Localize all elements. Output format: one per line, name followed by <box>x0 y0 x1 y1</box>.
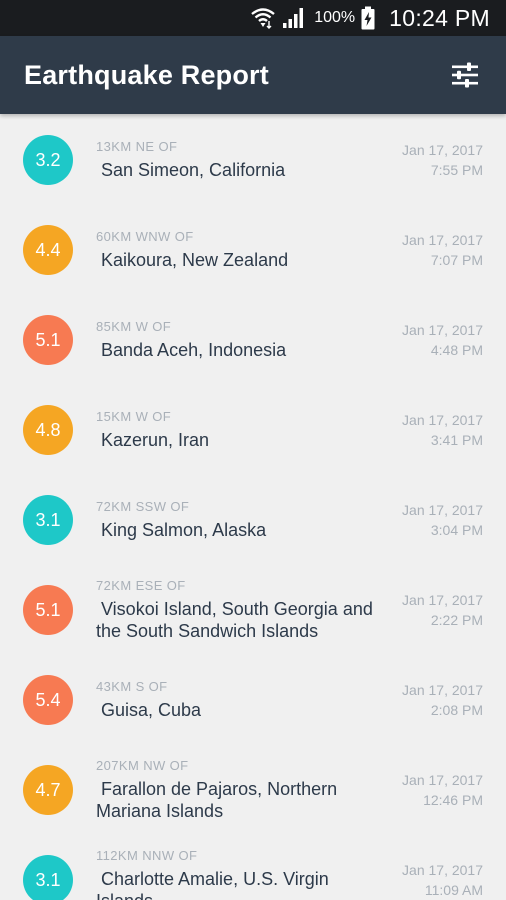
location-offset: 60KM WNW OF <box>96 229 194 244</box>
magnitude-badge: 3.1 <box>23 495 73 545</box>
location-name: King Salmon, Alaska <box>101 520 267 540</box>
magnitude-badge: 4.4 <box>23 225 73 275</box>
magnitude-badge: 5.4 <box>23 675 73 725</box>
location-name: Banda Aceh, Indonesia <box>101 340 287 360</box>
quake-time: 7:07 PM <box>430 252 483 268</box>
magnitude-badge: 4.8 <box>23 405 73 455</box>
quake-date: Jan 17, 2017 <box>402 862 483 878</box>
earthquake-list-item[interactable]: 3.2 13KM NE OF San Simeon, California Ja… <box>0 114 506 204</box>
earthquake-list-item[interactable]: 3.1 112KM NNW OF Charlotte Amalie, U.S. … <box>0 834 506 900</box>
magnitude-badge: 4.7 <box>23 765 73 815</box>
location-name: Farallon de Pajaros, Northern Mariana Is… <box>96 779 338 821</box>
location-name: Visokoi Island, South Georgia and the So… <box>96 599 373 641</box>
clock: 10:24 PM <box>389 4 490 31</box>
status-bar: 100% 10:24 PM <box>0 0 506 36</box>
location-name: Kaikoura, New Zealand <box>101 250 289 270</box>
earthquake-list-item[interactable]: 4.7 207KM NW OF Farallon de Pajaros, Nor… <box>0 744 506 834</box>
quake-date: Jan 17, 2017 <box>402 322 483 338</box>
quake-time: 3:04 PM <box>430 522 483 538</box>
location-offset: 72KM SSW OF <box>96 499 190 514</box>
magnitude-badge: 5.1 <box>23 585 73 635</box>
location-name: Charlotte Amalie, U.S. Virgin Islands <box>96 869 329 900</box>
location-name: San Simeon, California <box>101 160 286 180</box>
earthquake-list[interactable]: 3.2 13KM NE OF San Simeon, California Ja… <box>0 114 506 900</box>
signal-icon <box>282 7 306 29</box>
location-offset: 207KM NW OF <box>96 758 189 773</box>
location-offset: 112KM NNW OF <box>96 848 198 863</box>
battery-percent: 100% <box>314 9 356 26</box>
quake-date: Jan 17, 2017 <box>402 772 483 788</box>
earthquake-list-item[interactable]: 5.1 72KM ESE OF Visokoi Island, South Ge… <box>0 564 506 654</box>
app-title: Earthquake Report <box>24 59 269 90</box>
quake-time: 12:46 PM <box>423 792 483 808</box>
quake-time: 11:09 AM <box>424 882 483 898</box>
quake-date: Jan 17, 2017 <box>402 412 483 428</box>
earthquake-list-item[interactable]: 4.4 60KM WNW OF Kaikoura, New Zealand Ja… <box>0 204 506 294</box>
location-offset: 43KM S OF <box>96 679 168 694</box>
location-offset: 15KM W OF <box>96 409 172 424</box>
location-offset: 72KM ESE OF <box>96 578 186 593</box>
earthquake-list-item[interactable]: 3.1 72KM SSW OF King Salmon, Alaska Jan … <box>0 474 506 564</box>
quake-time: 4:48 PM <box>430 342 483 358</box>
magnitude-badge: 3.2 <box>23 135 73 185</box>
earthquake-list-item[interactable]: 5.1 85KM W OF Banda Aceh, Indonesia Jan … <box>0 294 506 384</box>
location-name: Guisa, Cuba <box>101 700 202 720</box>
earthquake-list-item[interactable]: 4.8 15KM W OF Kazerun, Iran Jan 17, 2017… <box>0 384 506 474</box>
quake-date: Jan 17, 2017 <box>402 502 483 518</box>
quake-time: 2:08 PM <box>430 702 483 718</box>
quake-time: 2:22 PM <box>430 612 483 628</box>
earthquake-list-item[interactable]: 5.4 43KM S OF Guisa, Cuba Jan 17, 2017 2… <box>0 654 506 744</box>
location-name: Kazerun, Iran <box>101 430 210 450</box>
battery-charging-icon <box>361 6 375 30</box>
settings-sliders-icon <box>451 62 479 88</box>
wifi-icon <box>250 6 276 30</box>
magnitude-badge: 3.1 <box>23 855 73 900</box>
location-offset: 85KM W OF <box>96 319 172 334</box>
quake-time: 7:55 PM <box>430 162 483 178</box>
magnitude-badge: 5.1 <box>23 315 73 365</box>
quake-date: Jan 17, 2017 <box>402 142 483 158</box>
filter-settings-button[interactable] <box>448 58 482 92</box>
app-bar: Earthquake Report <box>0 36 506 114</box>
location-offset: 13KM NE OF <box>96 139 178 154</box>
quake-date: Jan 17, 2017 <box>402 682 483 698</box>
quake-date: Jan 17, 2017 <box>402 232 483 248</box>
quake-time: 3:41 PM <box>430 432 483 448</box>
quake-date: Jan 17, 2017 <box>402 592 483 608</box>
